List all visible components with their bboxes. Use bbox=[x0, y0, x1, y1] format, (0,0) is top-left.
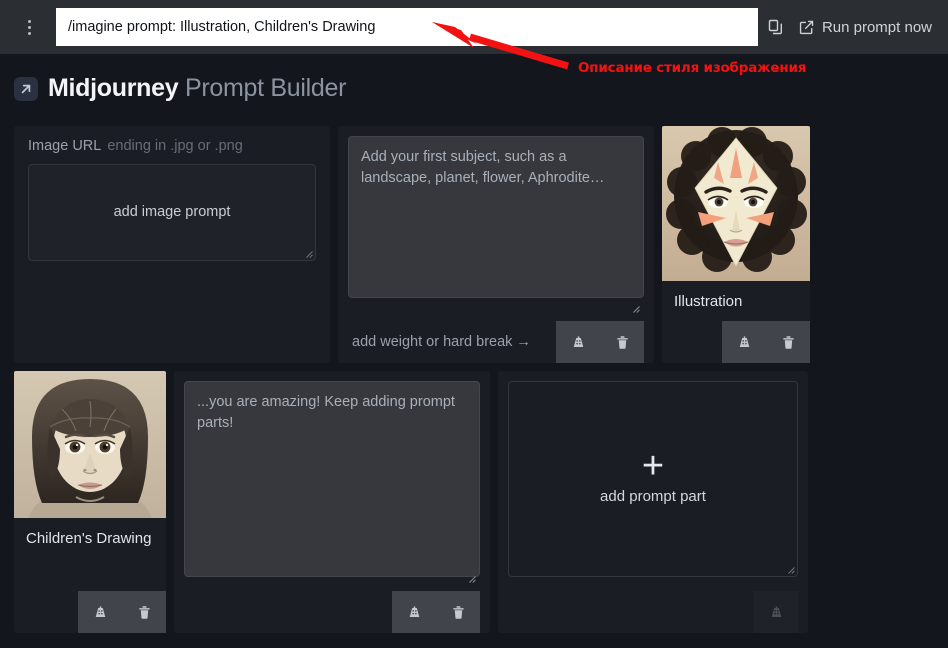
weight-icon[interactable] bbox=[78, 591, 122, 633]
resize-grip[interactable] bbox=[465, 572, 476, 583]
image-url-label: Image URL ending in .jpg or .png bbox=[28, 138, 316, 164]
card-add-prompt-part-actions bbox=[754, 591, 798, 633]
prompt-part-textarea[interactable]: ...you are amazing! Keep adding prompt p… bbox=[184, 381, 480, 577]
illustration-thumbnail[interactable] bbox=[662, 126, 810, 281]
page-title: Midjourney Prompt Builder bbox=[14, 74, 346, 103]
resize-grip[interactable] bbox=[302, 247, 313, 258]
childrens-drawing-caption: Children's Drawing bbox=[26, 530, 152, 547]
kebab-menu-icon[interactable] bbox=[10, 8, 48, 46]
card-prompt-part-actions bbox=[392, 591, 480, 633]
card-childrens-drawing: Children's Drawing bbox=[14, 371, 166, 633]
arrow-up-right-icon bbox=[14, 76, 38, 101]
external-link-icon bbox=[798, 19, 815, 36]
grid-row-2: Children's Drawing ...you are amazing! K… bbox=[0, 371, 948, 641]
image-url-input[interactable]: add image prompt bbox=[28, 164, 316, 261]
card-add-prompt-part-footer bbox=[508, 591, 798, 633]
card-prompt-part-text: ...you are amazing! Keep adding prompt p… bbox=[174, 371, 490, 633]
weight-icon[interactable] bbox=[722, 321, 766, 363]
add-prompt-part-label: add prompt part bbox=[600, 487, 706, 505]
resize-grip[interactable] bbox=[629, 302, 640, 313]
illustration-caption: Illustration bbox=[674, 293, 743, 310]
card-subject: Add your first subject, such as a landsc… bbox=[338, 126, 654, 363]
copy-icon[interactable] bbox=[758, 8, 794, 46]
top-toolbar: /imagine prompt: Illustration, Children'… bbox=[0, 0, 948, 54]
childrens-drawing-thumbnail[interactable] bbox=[14, 371, 166, 518]
resize-grip[interactable] bbox=[784, 563, 795, 574]
trash-icon[interactable] bbox=[436, 591, 480, 633]
card-add-prompt-part[interactable]: + add prompt part bbox=[498, 371, 808, 633]
add-image-prompt-label: add image prompt bbox=[113, 204, 231, 221]
card-illustration-footer bbox=[662, 321, 810, 363]
prompt-parts-grid: Image URL ending in .jpg or .png add imag… bbox=[0, 126, 948, 641]
card-prompt-part-footer bbox=[184, 591, 480, 633]
weight-icon[interactable] bbox=[556, 321, 600, 363]
prompt-input[interactable]: /imagine prompt: Illustration, Children'… bbox=[56, 8, 758, 46]
image-url-hint: ending in .jpg or .png bbox=[107, 138, 243, 154]
add-weight-or-break-label[interactable]: add weight or hard break → bbox=[348, 334, 556, 350]
run-prompt-label: Run prompt now bbox=[821, 18, 932, 36]
trash-icon[interactable] bbox=[600, 321, 644, 363]
weight-icon[interactable] bbox=[392, 591, 436, 633]
weight-icon[interactable] bbox=[754, 591, 798, 633]
run-prompt-button[interactable]: Run prompt now bbox=[794, 8, 940, 46]
card-subject-actions bbox=[556, 321, 644, 363]
brand-name: Midjourney bbox=[48, 74, 179, 102]
card-illustration: Illustration bbox=[662, 126, 810, 363]
card-childrens-drawing-footer bbox=[14, 591, 166, 633]
image-url-label-text: Image URL bbox=[28, 138, 102, 154]
page-subtitle: Prompt Builder bbox=[185, 74, 347, 102]
card-subject-footer: add weight or hard break → bbox=[348, 321, 644, 363]
card-childrens-drawing-actions bbox=[78, 591, 166, 633]
toolbar-actions: Run prompt now bbox=[758, 8, 948, 46]
add-prompt-part-dropzone[interactable]: + add prompt part bbox=[508, 381, 798, 577]
trash-icon[interactable] bbox=[766, 321, 810, 363]
card-illustration-actions bbox=[722, 321, 810, 363]
subject-textarea[interactable]: Add your first subject, such as a landsc… bbox=[348, 136, 644, 298]
plus-icon: + bbox=[641, 445, 665, 488]
trash-icon[interactable] bbox=[122, 591, 166, 633]
card-image-url: Image URL ending in .jpg or .png add imag… bbox=[14, 126, 330, 363]
annotation-text: Описание стиля изображения bbox=[578, 60, 807, 76]
grid-row-1: Image URL ending in .jpg or .png add imag… bbox=[0, 126, 948, 371]
